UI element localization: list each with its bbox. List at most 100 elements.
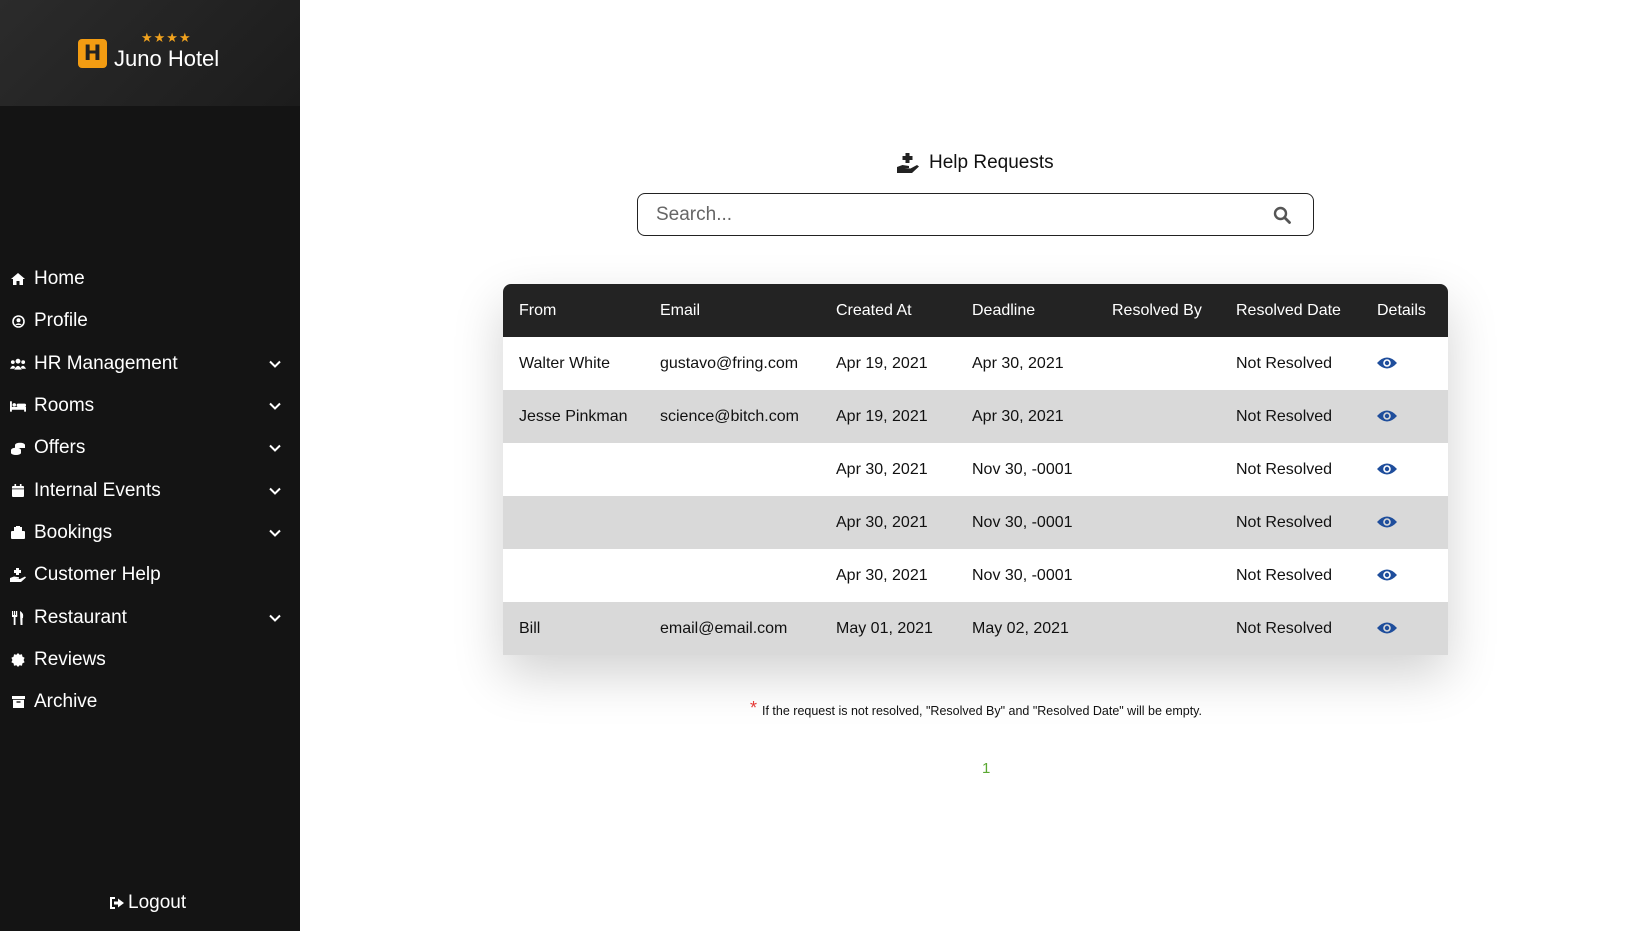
table-header-row: From Email Created At Deadline Resolved … (503, 284, 1448, 337)
sidebar-item-label: Rooms (34, 395, 95, 417)
cell-details (1361, 496, 1448, 549)
resolution-note-text: If the request is not resolved, "Resolve… (762, 703, 1202, 718)
page-title-text: Help Requests (929, 152, 1054, 173)
column-header-resolved-by: Resolved By (1112, 301, 1202, 319)
required-asterisk: * (750, 698, 758, 718)
cell-resolved-date: Not Resolved (1236, 460, 1333, 478)
certificate-icon (10, 652, 26, 668)
chevron-down-icon[interactable] (268, 441, 282, 455)
cell-details (1361, 443, 1448, 496)
sidebar-item-label: Reviews (34, 648, 106, 670)
cell-resolved-date: Not Resolved (1236, 566, 1333, 584)
cell-created-at: Apr 19, 2021 (836, 354, 928, 372)
eye-icon[interactable] (1377, 356, 1397, 370)
users-icon (10, 356, 26, 372)
sidebar-item-label: Home (34, 268, 85, 290)
cell-details (1361, 602, 1448, 655)
book-icon (10, 525, 26, 541)
eye-icon[interactable] (1377, 409, 1397, 423)
hotel-logo-icon: H (78, 39, 107, 68)
rating-stars: ★★★★ (141, 31, 192, 46)
sidebar-item-archive[interactable]: Archive (0, 681, 300, 723)
cell-created-at: May 01, 2021 (836, 619, 933, 637)
search-bar (637, 193, 1314, 236)
sidebar-item-restaurant[interactable]: Restaurant (0, 596, 300, 638)
table-row: Apr 30, 2021 Nov 30, -0001 Not Resolved (503, 443, 1448, 496)
cell-deadline: Nov 30, -0001 (972, 566, 1073, 584)
table-row: Apr 30, 2021 Nov 30, -0001 Not Resolved (503, 549, 1448, 602)
calendar-icon (10, 483, 26, 499)
cell-created-at: Apr 30, 2021 (836, 460, 928, 478)
chevron-down-icon[interactable] (268, 526, 282, 540)
sidebar: ★★★★ H Juno Hotel Home Profile HR Manage… (0, 0, 300, 931)
search-icon[interactable] (1273, 206, 1291, 224)
cell-resolved-by (1096, 337, 1220, 390)
cell-email: science@bitch.com (660, 407, 799, 425)
sidebar-item-hr-management[interactable]: HR Management (0, 343, 300, 385)
cell-from (503, 496, 644, 549)
column-header-deadline: Deadline (972, 301, 1036, 319)
sidebar-item-label: HR Management (34, 352, 178, 374)
cell-created-at: Apr 30, 2021 (836, 513, 928, 531)
cell-email (644, 496, 820, 549)
eye-icon[interactable] (1377, 515, 1397, 529)
cell-deadline: Apr 30, 2021 (972, 354, 1064, 372)
chevron-down-icon[interactable] (268, 611, 282, 625)
sidebar-item-profile[interactable]: Profile (0, 300, 300, 342)
cell-resolved-date: Not Resolved (1236, 513, 1333, 531)
brand-header[interactable]: ★★★★ H Juno Hotel (0, 0, 300, 106)
pagination-page-1[interactable]: 1 (982, 760, 990, 777)
cell-email: gustavo@fring.com (660, 354, 799, 372)
sidebar-item-offers[interactable]: Offers (0, 427, 300, 469)
sidebar-item-label: Profile (34, 310, 88, 332)
cell-email (644, 443, 820, 496)
cell-resolved-by (1096, 549, 1220, 602)
coins-icon (10, 440, 26, 456)
cell-resolved-by (1096, 496, 1220, 549)
column-header-resolved-date: Resolved Date (1236, 301, 1341, 319)
cell-created-at: Apr 30, 2021 (836, 566, 928, 584)
sidebar-item-label: Bookings (34, 521, 113, 543)
table-row: Apr 30, 2021 Nov 30, -0001 Not Resolved (503, 496, 1448, 549)
search-input[interactable] (656, 200, 1216, 229)
chevron-down-icon[interactable] (268, 357, 282, 371)
hand-holding-icon (10, 567, 26, 583)
eye-icon[interactable] (1377, 462, 1397, 476)
cell-email (644, 549, 820, 602)
brand-name: Juno Hotel (114, 46, 220, 71)
sidebar-item-home[interactable]: Home (0, 258, 300, 300)
cell-email: email@email.com (660, 619, 788, 637)
eye-icon[interactable] (1377, 621, 1397, 635)
cell-from (503, 549, 644, 602)
sidebar-nav: Home Profile HR Management Rooms Offers … (0, 258, 300, 723)
table-row: Jesse Pinkman science@bitch.com Apr 19, … (503, 390, 1448, 443)
logout-button[interactable]: Logout (110, 892, 186, 914)
sidebar-item-internal-events[interactable]: Internal Events (0, 469, 300, 511)
cell-details (1361, 549, 1448, 602)
sidebar-item-rooms[interactable]: Rooms (0, 385, 300, 427)
chevron-down-icon[interactable] (268, 484, 282, 498)
chevron-down-icon[interactable] (268, 399, 282, 413)
eye-icon[interactable] (1377, 568, 1397, 582)
column-header-email: Email (660, 301, 701, 319)
cell-resolved-by (1096, 390, 1220, 443)
home-icon (10, 271, 26, 287)
sidebar-item-label: Archive (34, 691, 98, 713)
cell-resolved-by (1096, 443, 1220, 496)
hand-holding-medical-icon (897, 153, 919, 173)
cell-from (503, 443, 644, 496)
user-circle-icon (10, 313, 26, 329)
archive-icon (10, 694, 26, 710)
sidebar-item-label: Restaurant (34, 606, 127, 628)
sidebar-item-customer-help[interactable]: Customer Help (0, 554, 300, 596)
cell-from: Bill (519, 619, 541, 637)
sidebar-item-bookings[interactable]: Bookings (0, 512, 300, 554)
resolution-note: * If the request is not resolved, "Resol… (750, 698, 1202, 721)
sidebar-item-label: Customer Help (34, 564, 161, 586)
cell-resolved-date: Not Resolved (1236, 354, 1333, 372)
page-title: Help Requests (897, 152, 1054, 174)
sidebar-item-reviews[interactable]: Reviews (0, 639, 300, 681)
cell-resolved-by (1096, 602, 1220, 655)
cell-details (1361, 390, 1448, 443)
table-row: Bill email@email.com May 01, 2021 May 02… (503, 602, 1448, 655)
